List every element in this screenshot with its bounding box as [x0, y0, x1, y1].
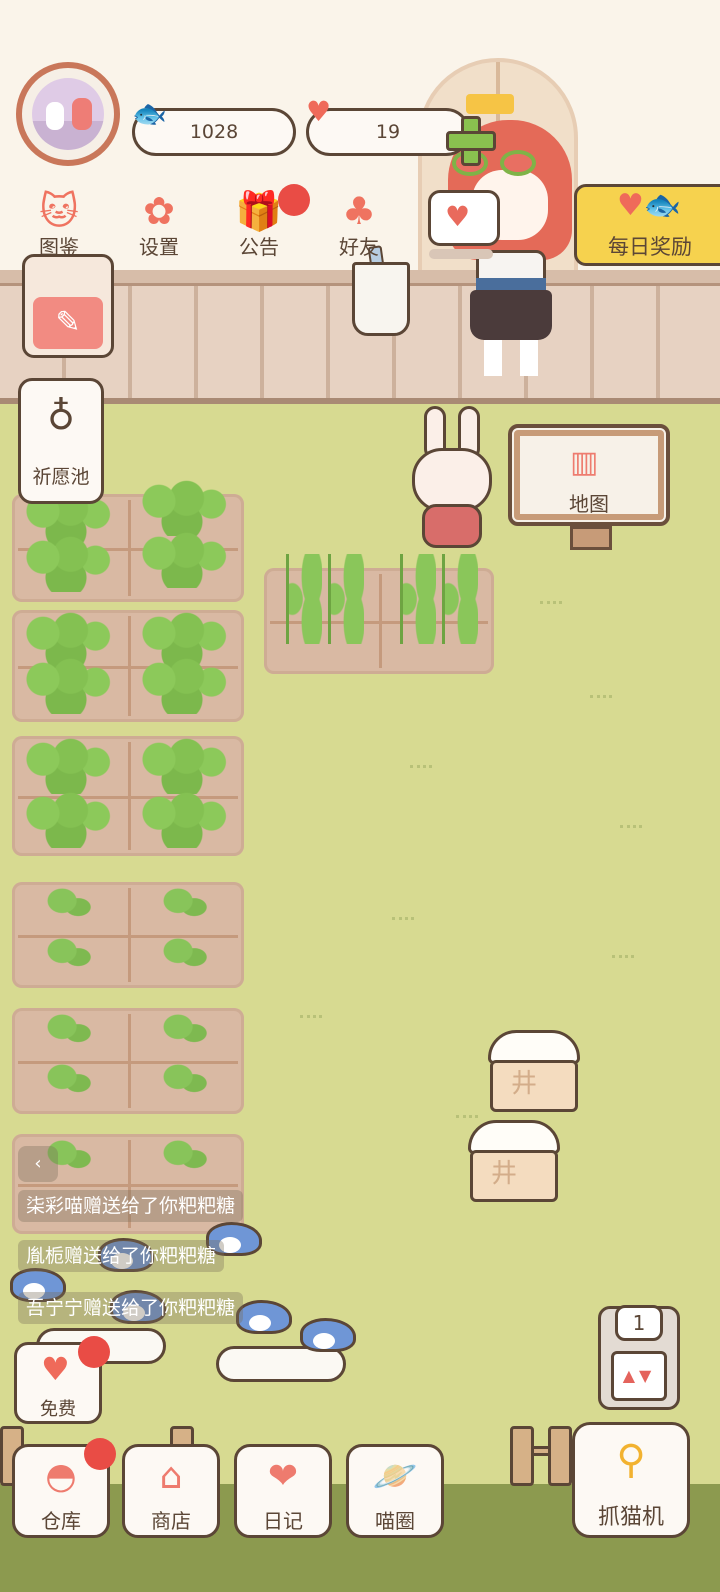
- menu-friends[interactable]: ♣ 好友: [314, 188, 404, 270]
- add-hearts-button[interactable]: [446, 116, 496, 166]
- sprout-crop: [46, 934, 92, 976]
- notification-dot: [278, 184, 310, 216]
- blue-bird: [236, 1300, 292, 1334]
- claw-machine-label: 抓猫机: [597, 1505, 664, 1530]
- heart-icon: ♥: [306, 95, 332, 128]
- heart-speech-bubble[interactable]: ♥: [428, 190, 500, 259]
- farm-plot[interactable]: [12, 478, 244, 602]
- claw-machine-button[interactable]: ⚲ 抓猫机: [572, 1422, 690, 1538]
- nav-diary-label: 日记: [263, 1509, 303, 1533]
- cat-planet-icon: 🪐: [372, 1456, 418, 1497]
- leafy-crop: [136, 478, 228, 536]
- sprout-crop: [46, 1060, 92, 1102]
- leafy-crop: [20, 534, 112, 592]
- farm-plot[interactable]: [264, 554, 494, 674]
- claw-icon: ⚲: [616, 1437, 646, 1483]
- goblet-icon: ♁: [47, 394, 75, 438]
- up-down-icon: ▲▼: [611, 1351, 667, 1401]
- leafy-crop: [136, 736, 228, 794]
- nav-cat-circle-label: 喵圈: [375, 1509, 415, 1533]
- heart-icon: ♥: [445, 200, 471, 233]
- grass-tuft: [410, 760, 432, 768]
- shop-icon: ⌂: [159, 1456, 183, 1497]
- notebook-button[interactable]: ✎: [22, 254, 114, 358]
- corn-crop: [400, 554, 436, 644]
- sprout-crop: [46, 1010, 92, 1052]
- claw-machine-counter[interactable]: 1 ▲▼: [598, 1305, 680, 1410]
- blue-bird: [300, 1318, 356, 1352]
- rice-basket[interactable]: [468, 1120, 560, 1202]
- daily-reward-button[interactable]: ♥🐟 每日奖励: [574, 184, 720, 266]
- sprout-crop: [162, 884, 208, 926]
- player-avatar[interactable]: [16, 62, 120, 166]
- sign-post: [570, 526, 612, 550]
- fence-map-icon: ▥: [570, 445, 599, 480]
- corn-crop: [442, 554, 478, 644]
- grass-tuft: [456, 1110, 478, 1118]
- grass-tuft: [540, 596, 562, 604]
- leafy-crop: [136, 656, 228, 714]
- menu-friends-label: 好友: [339, 235, 379, 259]
- sprout-crop: [162, 934, 208, 976]
- grass-tuft: [620, 820, 642, 828]
- fence-post: [548, 1426, 572, 1486]
- sprout-crop: [46, 884, 92, 926]
- heart-fish-icon: ♥🐟: [617, 188, 682, 223]
- menu-settings-label: 设置: [139, 235, 179, 259]
- leafy-crop: [136, 790, 228, 848]
- chat-message: 吾宁宁赠送给了你粑粑糖: [18, 1292, 244, 1324]
- rabbit-npc[interactable]: [412, 406, 492, 548]
- notification-dot: [78, 1336, 110, 1368]
- free-label: 免费: [40, 1399, 76, 1420]
- wish-pool-button[interactable]: ♁ 祈愿池: [18, 378, 104, 504]
- chat-message: 柒彩喵赠送给了你粑粑糖: [18, 1190, 244, 1222]
- diary-icon: ❤: [267, 1456, 299, 1497]
- claw-count: 1: [615, 1305, 663, 1341]
- leafy-crop: [136, 530, 228, 588]
- leafy-crop: [20, 736, 112, 794]
- leafy-crop: [20, 790, 112, 848]
- gear-icon: ✿: [143, 189, 175, 233]
- map-button[interactable]: ▥ 地图: [508, 424, 670, 526]
- map-label: 地图: [569, 492, 609, 516]
- leafy-crop: [20, 656, 112, 714]
- heart-icon: ♥: [41, 1350, 70, 1388]
- menu-settings[interactable]: ✿ 设置: [114, 188, 204, 270]
- corn-crop: [328, 554, 364, 644]
- grass-tuft: [590, 690, 612, 698]
- farm-plot[interactable]: [12, 882, 244, 988]
- nav-shop-label: 商店: [151, 1509, 191, 1533]
- grass-tuft: [392, 912, 414, 920]
- corn-crop: [286, 554, 322, 644]
- menu-announcement-label: 公告: [239, 235, 279, 259]
- cat-book-icon: 🐱: [39, 189, 79, 233]
- sprout-crop: [162, 1010, 208, 1052]
- nav-diary[interactable]: ❤ 日记: [234, 1444, 332, 1538]
- pencil-cup: [352, 262, 410, 336]
- sprout-crop: [162, 1136, 208, 1178]
- nav-cat-circle[interactable]: 🪐 喵圈: [346, 1444, 444, 1538]
- grass-tuft: [612, 950, 634, 958]
- grass-tuft: [300, 1010, 322, 1018]
- farm-plot[interactable]: [12, 736, 244, 856]
- heart-count: 19: [375, 121, 401, 143]
- fish-count: 1028: [189, 121, 239, 143]
- rice-basket[interactable]: [488, 1030, 580, 1112]
- chat-message: 胤栀赠送给了你粑粑糖: [18, 1240, 225, 1272]
- nav-shop[interactable]: ⌂ 商店: [122, 1444, 220, 1538]
- fence-post: [510, 1426, 534, 1486]
- fish-icon: 🐟: [132, 97, 167, 130]
- wish-pool-label: 祈愿池: [32, 466, 90, 488]
- friends-icon: ♣: [341, 189, 377, 233]
- daily-reward-label: 每日奖励: [608, 235, 692, 259]
- nav-storage-label: 仓库: [41, 1509, 81, 1533]
- sprout-crop: [162, 1060, 208, 1102]
- farm-plot[interactable]: [12, 610, 244, 722]
- pencil-icon: ✎: [33, 297, 103, 349]
- chat-collapse-button[interactable]: ‹: [18, 1146, 58, 1182]
- notification-dot: [84, 1438, 116, 1470]
- farm-plot[interactable]: [12, 1008, 244, 1114]
